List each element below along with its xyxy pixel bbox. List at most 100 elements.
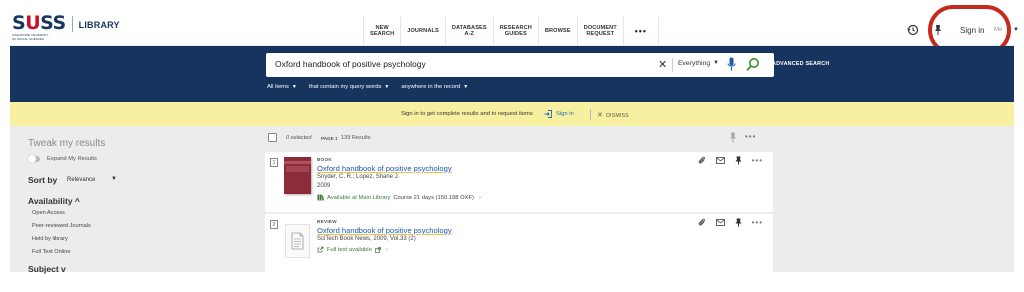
- search-history-icon[interactable]: [907, 24, 919, 36]
- chevron-down-icon[interactable]: ▼: [1013, 27, 1019, 33]
- availability-status: Available at Main Library: [327, 194, 391, 201]
- banner-divider: [590, 109, 591, 120]
- sign-in-banner: Sign in to get complete results and to r…: [10, 102, 1014, 126]
- sort-by-select[interactable]: Relevance: [67, 177, 95, 183]
- nav-label: REQUEST: [586, 31, 615, 37]
- logo-mark: SUSS: [12, 14, 66, 33]
- nav-research-guides[interactable]: RESEARCH GUIDES: [492, 17, 538, 45]
- select-all-checkbox[interactable]: [268, 133, 277, 142]
- search-band: ✕ Everything ▼ ADVANCED SEARCH All items…: [10, 46, 1014, 102]
- facet-open-access[interactable]: Open Access: [32, 210, 65, 216]
- dismiss-banner-button[interactable]: ✕ DISMISS: [597, 111, 629, 119]
- result-authors: Snyder, C. R.; Lopez, Shane J.: [317, 174, 400, 180]
- email-icon[interactable]: [715, 219, 725, 226]
- logo-subtitle: SINGAPORE UNIVERSITY OF SOCIAL SCIENCES: [12, 33, 49, 41]
- document-thumbnail[interactable]: [285, 224, 310, 258]
- filter-material-type[interactable]: All items ▼: [267, 84, 297, 90]
- search-input[interactable]: [275, 59, 655, 69]
- result-actions: •••: [698, 218, 763, 227]
- result-type: BOOK: [317, 157, 332, 162]
- top-bar: SUSS SINGAPORE UNIVERSITY OF SOCIAL SCIE…: [10, 0, 1019, 55]
- external-link-icon: [374, 246, 381, 253]
- availability-status: Full text available: [327, 246, 372, 253]
- clear-search-icon[interactable]: ✕: [658, 58, 667, 71]
- nav-label: BROWSE: [544, 27, 571, 34]
- filter-query-match[interactable]: that contain my query words ▼: [309, 84, 389, 90]
- search-scope-select[interactable]: Everything: [678, 60, 710, 67]
- more-actions-icon[interactable]: •••: [752, 157, 763, 165]
- advanced-search-link[interactable]: ADVANCED SEARCH: [772, 61, 829, 67]
- cover-band: [284, 161, 311, 164]
- result-title-link[interactable]: Oxford handbook of positive psychology: [317, 226, 452, 235]
- document-icon: [291, 232, 304, 250]
- pin-icon[interactable]: [729, 132, 737, 143]
- pin-icon[interactable]: [735, 218, 742, 227]
- nav-document-request[interactable]: DOCUMENT REQUEST: [576, 17, 623, 45]
- nav-label: RESEARCH: [499, 24, 532, 31]
- dismiss-label: DISMISS: [606, 113, 629, 119]
- chevron-right-icon: ›: [478, 194, 481, 201]
- banner-sign-in-label: Sign in: [556, 111, 574, 117]
- library-label: LIBRARY: [78, 20, 120, 30]
- availability-link[interactable]: Available at Main Library Course 21 days…: [317, 194, 481, 201]
- nav-new-search[interactable]: NEW SEARCH: [363, 17, 400, 45]
- nav-journals[interactable]: JOURNALS: [400, 17, 445, 45]
- availability-facet-toggle[interactable]: Availability ^: [28, 196, 80, 206]
- result-card[interactable]: 1 BOOK Oxford handbook of positive psych…: [265, 152, 773, 212]
- nav-browse[interactable]: BROWSE: [537, 17, 577, 45]
- chevron-down-icon: ▼: [384, 84, 390, 90]
- nav-label: A-Z: [464, 31, 475, 37]
- result-title-link[interactable]: Oxford handbook of positive psychology: [317, 164, 452, 173]
- result-type: REVIEW: [317, 219, 337, 224]
- more-actions-icon[interactable]: •••: [745, 132, 756, 141]
- email-icon[interactable]: [715, 157, 725, 164]
- banner-sign-in-link[interactable]: Sign in: [544, 110, 574, 118]
- facet-peer-reviewed[interactable]: Peer-reviewed Journals: [32, 223, 91, 229]
- result-number-checkbox[interactable]: 2: [270, 220, 278, 229]
- citation-link-icon[interactable]: [698, 156, 706, 165]
- search-divider: [672, 58, 673, 72]
- logo-text: SUSS: [12, 12, 66, 34]
- facet-held-by-library[interactable]: Held by library: [32, 236, 68, 242]
- chevron-down-icon[interactable]: ▼: [713, 60, 719, 66]
- results-list: 0 selected PAGE 1 139 Results ••• 1 BOOK…: [265, 126, 773, 272]
- nav-label: DOCUMENT: [583, 24, 617, 31]
- filter-search-field[interactable]: anywhere in the record ▼: [401, 84, 468, 90]
- search-filters: All items ▼ that contain my query words ▼ …: [267, 84, 468, 90]
- search-box: ✕ Everything ▼: [266, 53, 774, 77]
- sign-in-button[interactable]: Sign in: [960, 26, 984, 35]
- primo-search-page: SUSS SINGAPORE UNIVERSITY OF SOCIAL SCIE…: [0, 0, 1024, 292]
- more-dots-icon: •••: [634, 25, 648, 36]
- suss-library-logo[interactable]: SUSS SINGAPORE UNIVERSITY OF SOCIAL SCIE…: [12, 14, 120, 41]
- chevron-down-icon[interactable]: ▼: [111, 176, 117, 182]
- results-area: Tweak my results Expand My Results Sort …: [10, 126, 1014, 274]
- pin-icon[interactable]: [735, 156, 742, 165]
- expand-results-toggle[interactable]: [28, 155, 40, 163]
- result-number-checkbox[interactable]: 1: [270, 158, 278, 167]
- result-source: SciTech Book News, 2009, Vol.33 (2): [317, 236, 416, 242]
- citation-link-icon[interactable]: [698, 218, 706, 227]
- book-cover-thumbnail[interactable]: [284, 157, 311, 194]
- chevron-down-icon: ▼: [291, 84, 297, 90]
- search-icon[interactable]: [746, 57, 760, 72]
- nav-more-button[interactable]: •••: [622, 17, 659, 45]
- logo-divider: [71, 16, 73, 32]
- nav-databases-az[interactable]: DATABASES A-Z: [444, 17, 493, 45]
- user-menu-label[interactable]: Me: [994, 27, 1002, 33]
- nav-label: DATABASES: [451, 24, 487, 31]
- nav-label: SEARCH: [370, 31, 395, 37]
- banner-message: Sign in to get complete results and to r…: [401, 111, 533, 117]
- sort-by-label: Sort by: [28, 175, 58, 185]
- sign-in-icon: [544, 110, 552, 118]
- nav-label: JOURNALS: [407, 27, 439, 34]
- full-text-link[interactable]: Full text available ›: [317, 246, 388, 253]
- subject-facet-toggle[interactable]: Subject v: [28, 264, 66, 274]
- microphone-icon[interactable]: [727, 57, 736, 72]
- more-actions-icon[interactable]: •••: [752, 219, 763, 227]
- filter-label: that contain my query words: [308, 84, 382, 90]
- result-card[interactable]: 2 REVIEW Oxford handbook of positive psy…: [265, 214, 773, 272]
- link-icon: [317, 246, 324, 253]
- facet-full-text-online[interactable]: Full Text Online: [32, 249, 70, 255]
- nav-label: GUIDES: [504, 31, 527, 37]
- filter-label: All items: [267, 84, 289, 90]
